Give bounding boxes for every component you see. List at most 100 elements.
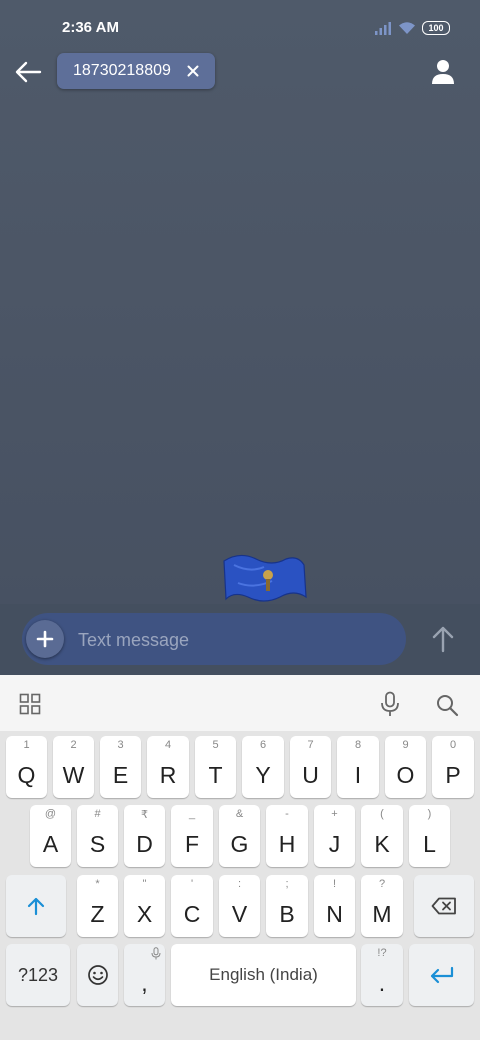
- key-label: Y: [255, 762, 271, 788]
- space-key-label: English (India): [209, 965, 318, 984]
- contact-person-icon[interactable]: [430, 58, 456, 86]
- key-label: U: [302, 762, 319, 788]
- key-label: K: [374, 831, 390, 857]
- key-hint: &: [235, 808, 244, 820]
- key-g[interactable]: & G: [219, 805, 260, 867]
- grid-apps-icon[interactable]: [19, 693, 41, 715]
- key-hint: 3: [117, 739, 124, 751]
- key-hint: 9: [402, 739, 409, 751]
- key-hint: (: [380, 808, 384, 820]
- send-arrow-icon[interactable]: [428, 623, 458, 655]
- message-input[interactable]: [76, 624, 400, 656]
- key-e[interactable]: 3 E: [100, 736, 141, 798]
- period-hint: !?: [377, 947, 387, 959]
- key-o[interactable]: 9 O: [385, 736, 426, 798]
- key-i[interactable]: 8 I: [337, 736, 379, 798]
- emoji-key[interactable]: [77, 944, 118, 1006]
- key-a[interactable]: @ A: [30, 805, 71, 867]
- key-hint: ": [142, 878, 147, 890]
- microphone-icon[interactable]: [380, 691, 400, 717]
- mic-small-icon: [151, 947, 161, 960]
- recipient-chip[interactable]: 18730218809: [57, 53, 215, 89]
- key-label: P: [445, 762, 461, 788]
- keyboard-toolbar: [0, 675, 480, 731]
- key-label: D: [136, 831, 153, 857]
- key-f[interactable]: _ F: [171, 805, 213, 867]
- key-hint: 8: [354, 739, 362, 751]
- key-hint: 2: [70, 739, 77, 751]
- symbols-key[interactable]: ?123: [6, 944, 70, 1006]
- key-v[interactable]: : V: [219, 875, 260, 937]
- backspace-key[interactable]: [414, 875, 474, 937]
- key-label: C: [183, 901, 201, 927]
- close-icon: [187, 65, 199, 77]
- symbols-key-label: ?123: [17, 964, 59, 985]
- backspace-icon: [431, 897, 456, 915]
- key-s[interactable]: # S: [77, 805, 118, 867]
- app-header: 18730218809: [0, 50, 480, 95]
- key-n[interactable]: ! N: [314, 875, 355, 937]
- enter-key[interactable]: [409, 944, 474, 1006]
- key-z[interactable]: * Z: [77, 875, 118, 937]
- key-r[interactable]: 4 R: [147, 736, 189, 798]
- key-hint: ;: [285, 878, 289, 890]
- period-label: .: [378, 970, 386, 996]
- space-key[interactable]: English (India): [171, 944, 356, 1006]
- backspace-key-face: [414, 875, 474, 937]
- key-label: H: [278, 831, 296, 857]
- key-hint: 1: [23, 739, 30, 751]
- key-hint: 5: [212, 739, 219, 751]
- battery-icon: 100: [422, 21, 450, 35]
- period-key[interactable]: !? .: [361, 944, 403, 1006]
- shift-arrow-icon: [27, 897, 45, 916]
- key-q[interactable]: 1 Q: [6, 736, 47, 798]
- key-hint: !: [332, 878, 337, 890]
- key-hint: 4: [164, 739, 172, 751]
- key-hint: 7: [307, 739, 314, 751]
- key-hint: ): [427, 808, 432, 820]
- key-label: L: [423, 831, 436, 857]
- key-hint: 6: [259, 739, 267, 751]
- key-label: A: [42, 831, 59, 857]
- key-d[interactable]: ₹ D: [124, 805, 165, 867]
- key-c[interactable]: ' C: [171, 875, 213, 937]
- remove-recipient-button[interactable]: [183, 61, 203, 81]
- key-label: G: [230, 831, 249, 857]
- key-l[interactable]: ) L: [409, 805, 450, 867]
- key-label: J: [328, 831, 341, 857]
- key-k[interactable]: ( K: [361, 805, 403, 867]
- key-x[interactable]: " X: [124, 875, 165, 937]
- key-label: M: [372, 901, 392, 927]
- status-icons: 100: [374, 19, 450, 37]
- comma-key[interactable]: ,: [124, 944, 165, 1006]
- comma-label: ,: [141, 970, 148, 996]
- back-arrow-icon[interactable]: [12, 56, 44, 88]
- key-hint: ?: [378, 878, 386, 890]
- key-hint: :: [237, 878, 242, 890]
- shift-key[interactable]: [6, 875, 66, 937]
- key-hint: @: [44, 808, 57, 820]
- attach-button[interactable]: [26, 620, 64, 658]
- key-j[interactable]: + J: [314, 805, 355, 867]
- key-h[interactable]: - H: [266, 805, 308, 867]
- key-hint: *: [95, 878, 100, 890]
- key-hint: ': [190, 878, 194, 890]
- key-label: I: [354, 762, 362, 788]
- key-u[interactable]: 7 U: [290, 736, 331, 798]
- key-hint: #: [94, 808, 101, 820]
- key-hint: +: [331, 808, 338, 820]
- key-label: W: [62, 762, 85, 788]
- key-hint: ₹: [141, 809, 148, 821]
- key-y[interactable]: 6 Y: [242, 736, 284, 798]
- enter-key-face: [409, 944, 474, 1006]
- key-w[interactable]: 2 W: [53, 736, 94, 798]
- plus-icon: [36, 630, 54, 648]
- key-t[interactable]: 5 T: [195, 736, 236, 798]
- keyboard: 1 Q 2 W 3 E 4 R 5 T 6 Y 7 U 8 I 9 O 0 P …: [0, 731, 480, 1040]
- search-icon[interactable]: [435, 693, 459, 717]
- key-m[interactable]: ? M: [361, 875, 403, 937]
- recipient-number: 18730218809: [73, 62, 171, 79]
- key-p[interactable]: 0 P: [432, 736, 474, 798]
- key-label: Z: [90, 901, 105, 927]
- key-b[interactable]: ; B: [266, 875, 308, 937]
